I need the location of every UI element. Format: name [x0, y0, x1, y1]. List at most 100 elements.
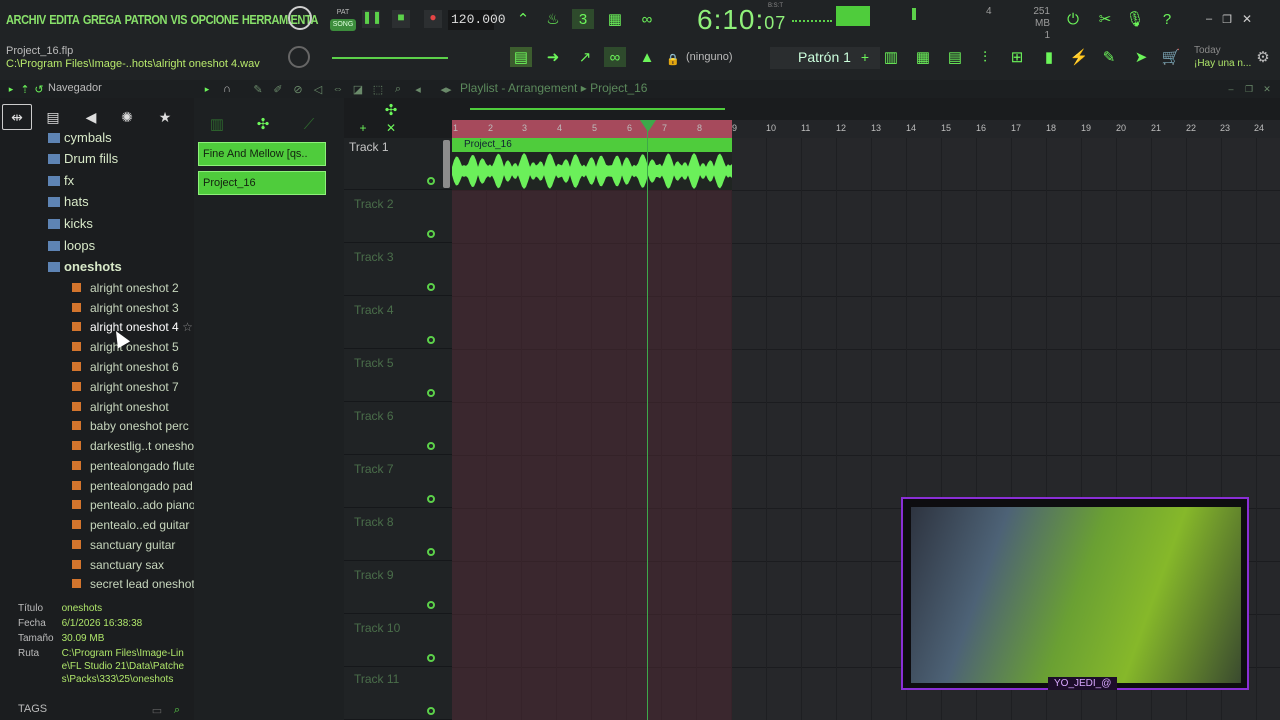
pat-song-toggle[interactable]: PAT SONG: [330, 7, 356, 33]
track-header[interactable]: Track 7: [344, 456, 452, 508]
playback-icon[interactable]: ◂: [410, 79, 426, 99]
slice-icon[interactable]: ◪: [350, 79, 366, 99]
snap-target[interactable]: (ninguno): [686, 51, 732, 63]
track-mute-led[interactable]: [427, 283, 435, 291]
settings-icon[interactable]: ⚙: [1252, 47, 1274, 67]
countdown-icon[interactable]: 3: [572, 9, 594, 29]
master-volume-knob[interactable]: [288, 6, 312, 30]
track-mute-led[interactable]: [427, 230, 435, 238]
file-item[interactable]: pentealo..ado piano: [72, 498, 195, 512]
pencil-icon[interactable]: ✎: [250, 79, 266, 99]
track-header[interactable]: Track 1: [344, 138, 452, 190]
playlist-arrows-icon[interactable]: ◂▸: [438, 79, 454, 99]
track-mute-led[interactable]: [427, 548, 435, 556]
files-tab-icon[interactable]: ▤: [38, 104, 68, 130]
track-header[interactable]: Track 9: [344, 562, 452, 614]
track-header[interactable]: Track 5: [344, 350, 452, 402]
file-icon[interactable]: ▮: [1038, 47, 1060, 67]
tempo-display[interactable]: 120.000: [448, 10, 506, 30]
magnet-icon[interactable]: ∩: [220, 79, 234, 99]
file-item[interactable]: baby oneshot perc: [72, 419, 189, 433]
picker-patterns-icon[interactable]: ▥: [206, 114, 228, 134]
remove-track-icon[interactable]: ✕: [380, 118, 402, 138]
stamp-icon[interactable]: ▲: [636, 47, 658, 67]
zoom-icon[interactable]: ⌕: [390, 79, 406, 99]
picker-clip[interactable]: Project_16: [198, 171, 326, 195]
menu-vista[interactable]: VIS: [171, 12, 188, 27]
track-mute-led[interactable]: [427, 707, 435, 715]
loop-record-icon[interactable]: ∞: [636, 9, 658, 29]
file-item[interactable]: pentealo..ed guitar: [72, 518, 189, 532]
track-mute-led[interactable]: [427, 442, 435, 450]
arrow-right-icon[interactable]: ➜: [542, 47, 564, 67]
track-header[interactable]: Track 6: [344, 403, 452, 455]
browser-tree-icon[interactable]: ⊞: [1006, 47, 1028, 67]
channel-rack-icon[interactable]: ▦: [912, 47, 934, 67]
close-icon[interactable]: ✕: [1236, 9, 1258, 29]
picker-audio-icon[interactable]: ✣: [252, 114, 274, 134]
folder-item[interactable]: kicks: [48, 216, 93, 231]
all-tab-icon[interactable]: ⇹: [2, 104, 32, 130]
folder-item[interactable]: cymbals: [48, 130, 112, 145]
menu-patron[interactable]: PATRON: [125, 12, 168, 27]
plugin-tab-icon[interactable]: ✺: [112, 104, 142, 130]
track-resize-handle[interactable]: [443, 140, 450, 188]
file-item[interactable]: alright oneshot 7: [72, 380, 179, 394]
speaker-tab-icon[interactable]: ◀: [76, 104, 106, 130]
curve-icon[interactable]: ↗: [574, 47, 596, 67]
metronome-icon[interactable]: ⌃: [512, 9, 534, 29]
mute-icon[interactable]: ◁: [310, 79, 326, 99]
record-button[interactable]: ●: [424, 10, 442, 28]
browser-menu-icon[interactable]: ▸: [4, 79, 18, 99]
file-item[interactable]: sanctuary guitar: [72, 538, 175, 552]
cut-icon[interactable]: ✂: [1094, 9, 1116, 29]
piano-roll-icon[interactable]: ▤: [510, 47, 532, 67]
search-icon[interactable]: ⌕: [166, 700, 188, 720]
browser-up-icon[interactable]: ⇡: [18, 79, 32, 99]
favorites-tab-icon[interactable]: ★: [150, 104, 180, 130]
brush-icon[interactable]: ✐: [270, 79, 286, 99]
playhead-marker-icon[interactable]: [640, 120, 656, 132]
folder-item[interactable]: fx: [48, 173, 74, 188]
file-item-selected[interactable]: alright oneshot 4 ☆: [72, 320, 193, 334]
folder-item[interactable]: Drum fills: [48, 151, 118, 166]
horizontal-scrollbar[interactable]: [470, 108, 725, 110]
select-icon[interactable]: ⬚: [370, 79, 386, 99]
file-item[interactable]: alright oneshot 3: [72, 301, 179, 315]
menu-agrega[interactable]: GREGA: [83, 12, 122, 27]
folder-item[interactable]: loops: [48, 238, 95, 253]
folder-item-open[interactable]: oneshots: [48, 259, 122, 274]
file-item[interactable]: alright oneshot: [72, 400, 169, 414]
mic-icon[interactable]: 🎙: [1124, 9, 1146, 29]
shop-icon[interactable]: 🛒: [1160, 47, 1182, 67]
file-item[interactable]: sanctuary sax: [72, 558, 164, 572]
track-mute-led[interactable]: [427, 495, 435, 503]
mixer-faders-icon[interactable]: ⫶: [974, 47, 996, 67]
master-slider[interactable]: [332, 57, 448, 59]
track-header[interactable]: Track 3: [344, 244, 452, 296]
file-item[interactable]: darkestlig..t oneshot: [72, 439, 197, 453]
track-header[interactable]: Track 8: [344, 509, 452, 561]
file-item[interactable]: alright oneshot 6: [72, 360, 179, 374]
file-item[interactable]: pentealongado pad: [72, 479, 193, 493]
mixer-icon[interactable]: ▤: [944, 47, 966, 67]
maximize-icon[interactable]: ❐: [1216, 9, 1238, 29]
menu-edita[interactable]: EDITA: [49, 12, 80, 27]
audio-clip[interactable]: Project_16: [452, 138, 732, 190]
menu-archivo[interactable]: ARCHIV: [6, 12, 46, 27]
step-edit-icon[interactable]: ▦: [604, 9, 626, 29]
browser-back-icon[interactable]: ↺: [32, 79, 46, 99]
tool-icon[interactable]: ✎: [1098, 47, 1120, 67]
plugin-icon[interactable]: ⚡: [1068, 47, 1090, 67]
picker-automation-icon[interactable]: ⟋: [298, 114, 320, 134]
picker-clip[interactable]: Fine And Mellow [qs..: [198, 142, 326, 166]
pause-button[interactable]: ❚❚: [362, 10, 382, 28]
delete-icon[interactable]: ⊘: [290, 79, 306, 99]
file-item[interactable]: alright oneshot 2: [72, 281, 179, 295]
track-header[interactable]: Track 2: [344, 191, 452, 243]
playlist-menu-icon[interactable]: ▸: [200, 79, 214, 99]
playlist-close-icon[interactable]: ✕: [1260, 79, 1274, 99]
news-panel[interactable]: Today ¡Hay una n...: [1194, 44, 1251, 70]
playlist-icon[interactable]: ▥: [880, 47, 902, 67]
star-icon[interactable]: ☆: [182, 320, 193, 334]
